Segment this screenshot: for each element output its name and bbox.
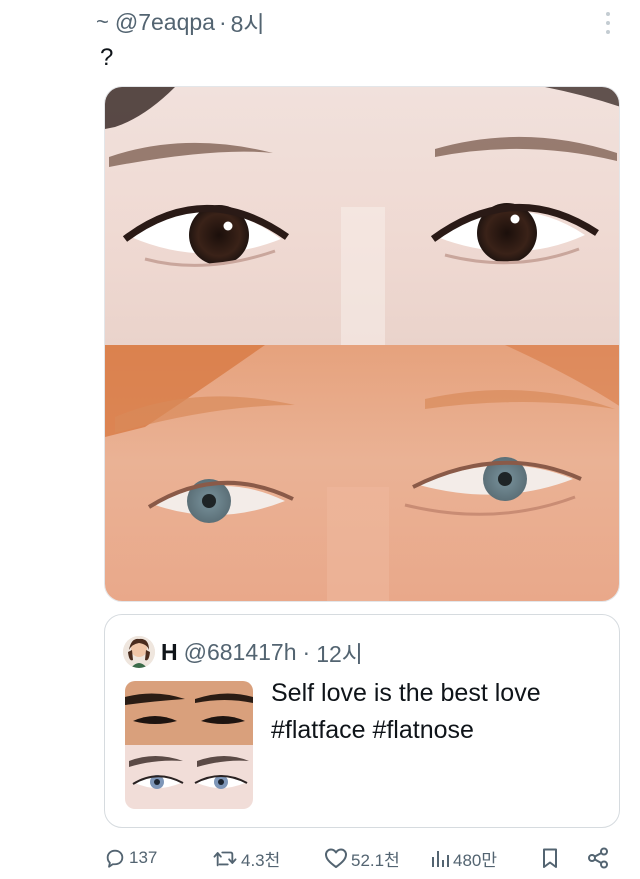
share-button[interactable]	[586, 840, 610, 876]
like-count: 52.1천	[351, 850, 400, 870]
reply-icon	[104, 847, 126, 869]
views-button[interactable]: 480만	[430, 840, 497, 876]
share-icon	[586, 846, 610, 870]
tweet-header: ~ @7eaqpa · 8시	[96, 6, 265, 38]
more-vertical-icon[interactable]	[600, 10, 616, 36]
views-count: 480만	[453, 850, 498, 870]
quoted-media-thumbnail[interactable]	[125, 681, 253, 809]
views-icon	[430, 847, 450, 869]
quoted-timestamp[interactable]: 12시	[316, 635, 363, 669]
quoted-tweet-text: Self love is the best love #flatface #fl…	[271, 675, 611, 749]
quoted-separator: ·	[302, 638, 311, 665]
tweet-text: ?	[100, 44, 114, 71]
retweet-button[interactable]: 4.3천	[212, 840, 280, 876]
bookmark-icon	[540, 847, 560, 869]
like-icon	[324, 847, 348, 869]
tweet-timestamp[interactable]: 8시	[231, 5, 265, 39]
quoted-tweet-header: H @681417h · 12시	[123, 635, 363, 669]
quoted-hashtags[interactable]: #flatface #flatnose	[271, 712, 611, 749]
retweet-icon	[212, 847, 238, 869]
quoted-tweet-card[interactable]: H @681417h · 12시 Self love is the best l…	[104, 614, 620, 828]
avatar[interactable]	[123, 636, 155, 668]
tilde-mark: ~	[96, 9, 109, 34]
tweet-action-bar: 137 4.3천 52.1천 480만	[104, 840, 620, 876]
tweet-media-image[interactable]	[104, 86, 620, 602]
author-handle[interactable]: @7eaqpa	[115, 9, 215, 36]
reply-count: 137	[129, 848, 158, 867]
bookmark-button[interactable]	[540, 840, 560, 876]
like-button[interactable]: 52.1천	[324, 840, 400, 876]
quoted-author-handle[interactable]: @681417h	[184, 639, 297, 666]
quoted-text-line: Self love is the best love	[271, 679, 541, 707]
header-separator: ·	[218, 8, 227, 35]
reply-button[interactable]: 137	[104, 840, 157, 876]
quoted-author-name[interactable]: H	[161, 639, 178, 666]
retweet-count: 4.3천	[241, 850, 281, 870]
